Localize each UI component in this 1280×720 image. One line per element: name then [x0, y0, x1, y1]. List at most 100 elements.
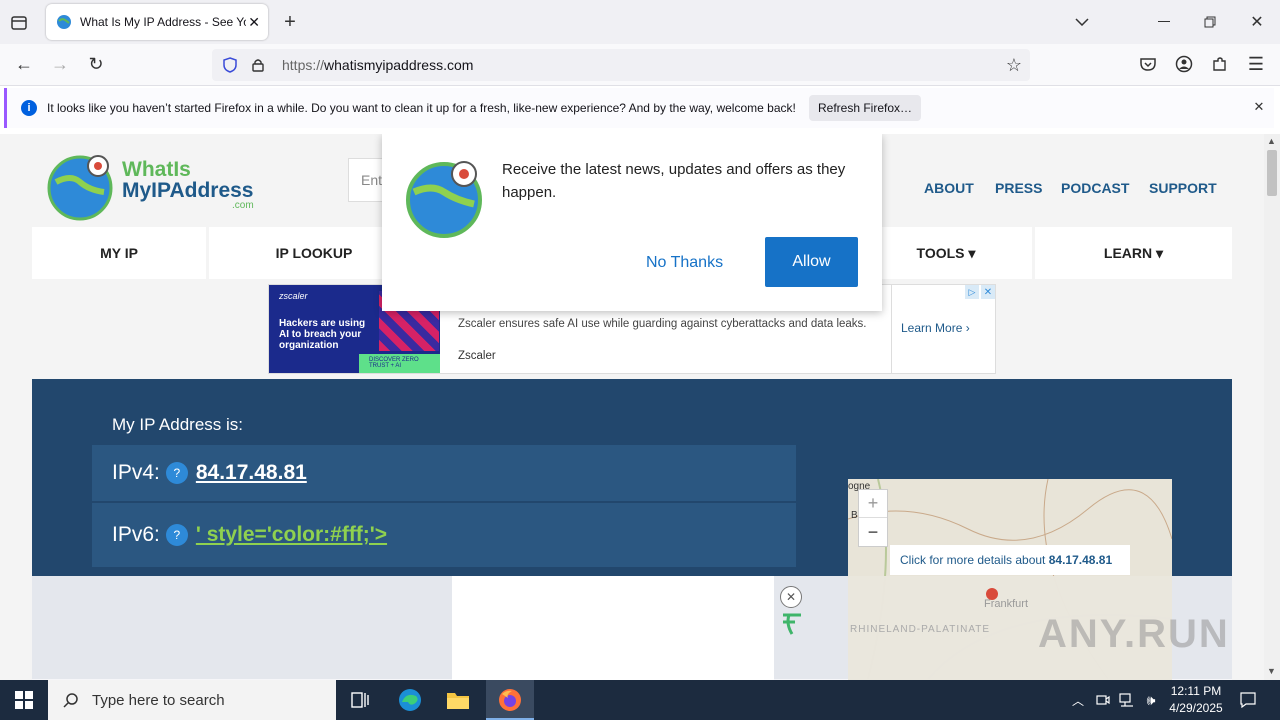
map-details-link[interactable]: Click for more details about 84.17.48.81	[890, 545, 1130, 575]
account-icon[interactable]	[1174, 54, 1194, 74]
web-page: WhatIs MyIPAddress .com Ent ABOUT PRESS …	[0, 134, 1264, 680]
lock-icon[interactable]	[248, 55, 268, 75]
no-thanks-button[interactable]: No Thanks	[646, 254, 723, 272]
zoom-in-icon[interactable]: +	[859, 490, 887, 518]
ad-cta-label: Learn More	[901, 321, 963, 335]
zoom-out-icon[interactable]: −	[859, 518, 887, 546]
ipv4-row: IPv4: ? 84.17.48.81	[92, 445, 796, 501]
globe-logo-icon	[406, 161, 482, 238]
close-window-icon[interactable]: ✕	[1247, 12, 1267, 32]
network-icon[interactable]	[1118, 690, 1136, 710]
ipv6-row: IPv6: ? ' style='color:#fff;'>	[92, 503, 796, 567]
ipv6-value[interactable]: ' style='color:#fff;'>	[196, 523, 387, 547]
ad-close-icon[interactable]: ✕	[981, 285, 995, 299]
clock[interactable]: 12:11 PM 4/29/2025	[1166, 683, 1226, 717]
taskbar-search-box[interactable]: Type here to search	[48, 680, 336, 720]
file-explorer-icon[interactable]	[446, 688, 470, 712]
restore-icon[interactable]	[1200, 12, 1220, 32]
bottom-ad-slot[interactable]	[452, 576, 774, 680]
scroll-down-icon[interactable]: ▼	[1267, 666, 1276, 676]
menu-icon[interactable]: ☰	[1246, 54, 1266, 74]
scrollbar-thumb[interactable]	[1267, 150, 1277, 196]
notifications-icon[interactable]	[1238, 690, 1258, 710]
clock-time: 12:11 PM	[1170, 684, 1222, 698]
url-domain: whatismyipaddress.com	[324, 57, 474, 73]
map-link-ip: 84.17.48.81	[1048, 553, 1113, 567]
reload-icon[interactable]: ↻	[86, 54, 106, 74]
allow-button[interactable]: Allow	[765, 237, 858, 287]
menu-tools[interactable]: TOOLS ▾	[860, 227, 1035, 279]
ipv4-label: IPv4:	[112, 461, 160, 484]
tab-strip: What Is My IP Address - See Your ✕ + ✕	[0, 0, 1280, 44]
url-bar[interactable]: https:// whatismyipaddress.com ☆	[212, 49, 1030, 81]
info-icon: i	[21, 100, 37, 116]
minimize-icon[interactable]	[1154, 12, 1174, 32]
clock-date: 4/29/2025	[1169, 701, 1223, 715]
watermark: ANY.RUN	[1038, 612, 1230, 656]
site-favicon-icon	[57, 15, 71, 29]
ad-image-text: Hackers are using AI to breach your orga…	[279, 318, 366, 351]
refresh-firefox-button[interactable]: Refresh Firefox…	[809, 95, 921, 121]
logo-text-line2: MyIPAddress	[122, 179, 254, 202]
freestar-icon	[783, 613, 801, 635]
tab-title: What Is My IP Address - See Your	[80, 15, 246, 29]
logo-text-com: .com	[232, 200, 254, 211]
taskbar-firefox-button[interactable]	[486, 680, 534, 720]
map-label-frankfurt: Frankfurt	[984, 598, 1029, 610]
nav-about[interactable]: ABOUT	[924, 180, 974, 196]
scroll-up-icon[interactable]: ▲	[1267, 136, 1276, 146]
new-tab-icon[interactable]: +	[280, 11, 300, 33]
close-ad-icon[interactable]: ✕	[780, 586, 802, 608]
task-view-icon[interactable]	[348, 690, 372, 710]
ad-advertiser: Zscaler	[458, 350, 496, 362]
ipv6-help-icon[interactable]: ?	[165, 524, 188, 546]
pocket-icon[interactable]	[1138, 54, 1158, 74]
site-logo[interactable]: WhatIs MyIPAddress .com	[46, 152, 266, 222]
forward-icon[interactable]: →	[50, 54, 70, 74]
chevron-down-icon[interactable]	[1072, 12, 1092, 32]
ad-divider	[891, 285, 892, 373]
ipv4-value[interactable]: 84.17.48.81	[196, 461, 307, 485]
adchoices-icon[interactable]: ▷	[965, 285, 979, 299]
menu-my-ip[interactable]: MY IP	[32, 227, 209, 279]
ipv6-label: IPv6:	[112, 523, 160, 546]
firefox-view-icon[interactable]	[8, 12, 30, 34]
map-link-text: Click for more details about	[900, 553, 1046, 567]
ad-brand-tag: zscaler	[279, 291, 308, 301]
back-icon[interactable]: ←	[14, 54, 34, 74]
map-label-region: RHINELAND-PALATINATE	[850, 624, 991, 635]
close-notification-icon[interactable]: ✕	[1250, 98, 1268, 116]
nav-podcast[interactable]: PODCAST	[1061, 180, 1129, 196]
meet-now-icon[interactable]	[1094, 690, 1112, 710]
ad-cta[interactable]: Learn More ›	[901, 321, 970, 335]
nav-support[interactable]: SUPPORT	[1149, 180, 1217, 196]
url-prefix: https://	[282, 57, 325, 73]
bookmark-star-icon[interactable]: ☆	[1004, 55, 1024, 75]
logo-text-line1: WhatIs	[122, 158, 191, 181]
edge-icon[interactable]	[398, 688, 422, 712]
shield-icon[interactable]	[220, 55, 240, 75]
chevron-right-icon: ›	[965, 321, 970, 335]
search-icon	[62, 691, 80, 709]
notification-permission-popup: Receive the latest news, updates and off…	[382, 134, 882, 311]
map-label-b: B	[851, 510, 858, 521]
volume-icon[interactable]: 🕪	[1142, 690, 1160, 710]
firefox-icon	[499, 689, 521, 711]
ipv4-help-icon[interactable]: ?	[165, 462, 188, 484]
navigation-bar: ← → ↻ https:// whatismyipaddress.com ☆ ☰	[0, 44, 1280, 86]
page-scrollbar[interactable]: ▲ ▼	[1264, 134, 1280, 680]
nav-press[interactable]: PRESS	[995, 180, 1042, 196]
popup-message: Receive the latest news, updates and off…	[502, 161, 846, 201]
windows-start-icon[interactable]	[12, 690, 36, 710]
tray-chevron-up-icon[interactable]: ︿	[1070, 690, 1086, 710]
globe-logo-icon	[47, 155, 113, 221]
taskbar: Type here to search ︿ 🕪 12:11 PM 4/29/20…	[0, 680, 1280, 720]
ad-body: Zscaler ensures safe AI use while guardi…	[458, 318, 867, 330]
notification-bar: i It looks like you haven’t started Fire…	[4, 88, 1274, 128]
menu-learn[interactable]: LEARN ▾	[1035, 227, 1232, 279]
extensions-icon[interactable]	[1210, 54, 1230, 74]
close-tab-icon[interactable]: ✕	[248, 14, 260, 31]
tab-active[interactable]: What Is My IP Address - See Your ✕	[46, 4, 268, 40]
map-zoom-controls: + −	[858, 489, 888, 547]
ad-image-sub: DISCOVER ZERO TRUST + AI	[359, 354, 440, 373]
